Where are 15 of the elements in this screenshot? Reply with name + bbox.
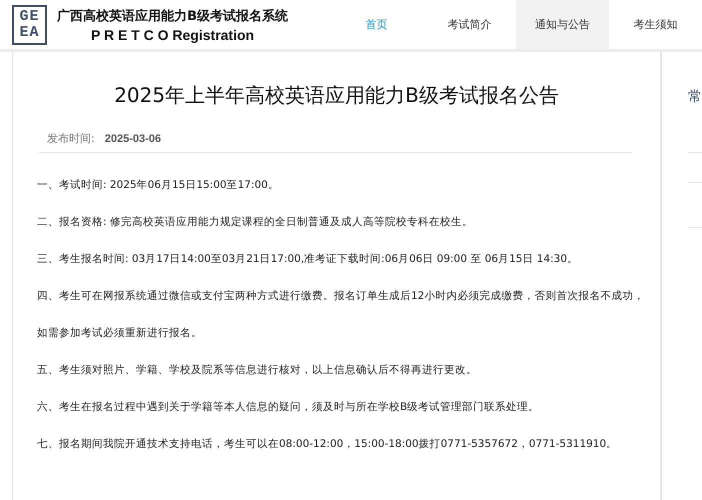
paragraph: 六、考生在报名过程中遇到关于学籍等本人信息的疑问，须及时与所在学校B级考试管理部门联系处理。 [37,400,540,415]
paragraph: 七、报名期间我院开通技术支持电话，考生可以在08:00-12:00，15:00-18:00拨打0771-5357672，0771-5311910。 [37,437,618,452]
sidebar-title: 常 [688,88,702,106]
site-subtitle: P R E T C O Registration [90,26,254,42]
nav-link[interactable]: 通知与公告 [516,0,609,49]
paragraph: 一、考试时间: 2025年06月15日15:00至17:00。 [37,178,280,193]
paragraph: 五、考生须对照片、学籍、学校及院系等信息进行核对，以上信息确认后不得再进行更改。 [37,363,478,378]
paragraph: 三、考生报名时间: 03月17日14:00至03月21日17:00,准考证下载时间:06月06日 09:00 至 06月15日 14:30。 [37,252,580,267]
logo: GE EA [12,4,48,44]
date-label: 发布时间: [47,131,95,146]
paragraph: 二、报名资格: 修完高校英语应用能力规定课程的全日制普通及成人高等院校专科在校生。 [37,215,474,230]
paragraph: 四、考生可在网报系统通过微信或支付宝两种方式进行缴费。报名订单生成后12小时内必须完成缴费，否则首次报名不成功，如需参加考试必须重新进行报名。 [37,289,646,341]
site-title: 广西高校英语应用能力B级考试报名系统 [57,8,288,24]
article-title: 2025年上半年高校英语应用能力B级考试报名公告 [113,82,560,109]
publish-date: 2025-03-06 [104,132,161,144]
